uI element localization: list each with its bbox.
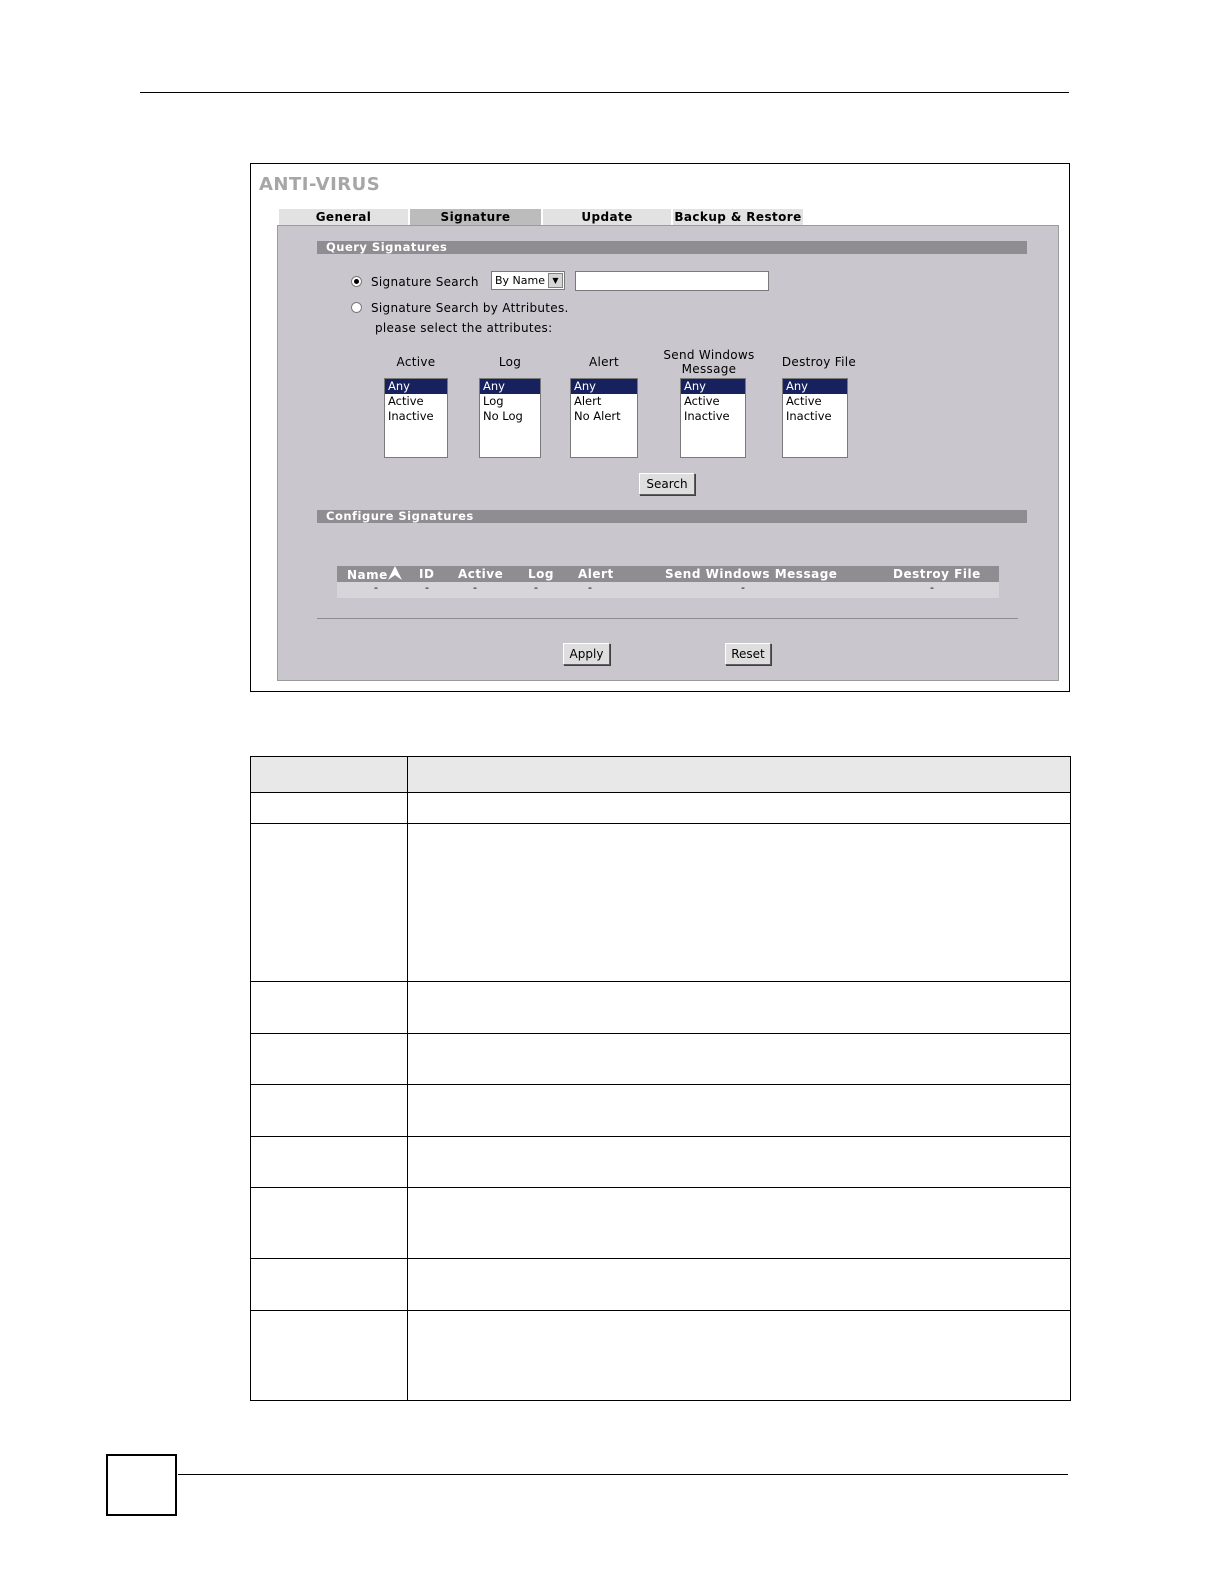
table-row bbox=[250, 981, 1071, 1034]
log-listbox[interactable]: Any Log No Log bbox=[479, 378, 541, 458]
alert-listbox[interactable]: Any Alert No Alert bbox=[570, 378, 638, 458]
log-list-header: Log bbox=[498, 355, 522, 369]
list-item[interactable]: Inactive bbox=[385, 409, 447, 424]
column-active[interactable]: Active bbox=[458, 566, 503, 582]
search-type-value: By Name bbox=[495, 274, 546, 287]
table-row bbox=[250, 1187, 1071, 1259]
search-button[interactable]: Search bbox=[639, 473, 695, 495]
attributes-hint: please select the attributes: bbox=[375, 321, 553, 335]
table-row: - - - - - - - bbox=[337, 582, 999, 598]
column-log[interactable]: Log bbox=[528, 566, 554, 582]
list-item[interactable]: Alert bbox=[571, 394, 637, 409]
column-alert[interactable]: Alert bbox=[578, 566, 614, 582]
column-name[interactable]: Name bbox=[347, 566, 402, 582]
column-destroy-file[interactable]: Destroy File bbox=[893, 566, 981, 582]
list-item[interactable]: No Alert bbox=[571, 409, 637, 424]
list-item[interactable]: Active bbox=[385, 394, 447, 409]
table-cell: - bbox=[473, 581, 477, 594]
signature-attr-search-label: Signature Search by Attributes. bbox=[371, 301, 569, 315]
table-row bbox=[250, 792, 1071, 824]
list-item[interactable]: No Log bbox=[480, 409, 540, 424]
query-signatures-header: Query Signatures bbox=[317, 241, 1027, 254]
tab-general[interactable]: General bbox=[279, 209, 408, 225]
send-windows-message-listbox[interactable]: Any Active Inactive bbox=[680, 378, 746, 458]
destroy-file-list-header: Destroy File bbox=[781, 355, 857, 369]
table-cell: - bbox=[930, 581, 934, 594]
list-item[interactable]: Log bbox=[480, 394, 540, 409]
table-cell: - bbox=[425, 581, 429, 594]
table-cell: - bbox=[374, 581, 378, 594]
signature-panel: Query Signatures Signature Search By Nam… bbox=[277, 225, 1059, 681]
apply-button[interactable]: Apply bbox=[563, 643, 610, 665]
configure-signatures-header: Configure Signatures bbox=[317, 510, 1027, 523]
page-header-rule bbox=[140, 92, 1069, 93]
tab-update[interactable]: Update bbox=[543, 209, 671, 225]
list-item[interactable]: Active bbox=[681, 394, 745, 409]
send-windows-message-list-header: Send Windows Message bbox=[663, 348, 755, 376]
destroy-file-listbox[interactable]: Any Active Inactive bbox=[782, 378, 848, 458]
table-cell: - bbox=[588, 581, 592, 594]
list-item[interactable]: Any bbox=[783, 379, 847, 394]
table-row bbox=[250, 756, 1071, 793]
signature-attr-search-radio[interactable] bbox=[351, 302, 362, 313]
sort-ascending-icon[interactable] bbox=[387, 566, 402, 580]
page-title: ANTI-VIRUS bbox=[259, 174, 381, 195]
table-row bbox=[250, 1258, 1071, 1311]
table-row bbox=[250, 1310, 1071, 1401]
list-item[interactable]: Any bbox=[681, 379, 745, 394]
signatures-table-header: Name ID Active Log Alert Send Windows Me… bbox=[337, 566, 999, 582]
signature-search-input[interactable] bbox=[575, 271, 769, 291]
page-footer-rule bbox=[178, 1474, 1068, 1475]
tab-backup-restore[interactable]: Backup & Restore bbox=[673, 209, 803, 225]
table-row bbox=[250, 1033, 1071, 1085]
search-type-select[interactable]: By Name ▼ bbox=[491, 271, 565, 290]
table-row bbox=[250, 1136, 1071, 1188]
description-table bbox=[250, 756, 1071, 1401]
table-cell: - bbox=[534, 581, 538, 594]
anti-virus-screenshot: ANTI-VIRUS General Signature Update Back… bbox=[250, 163, 1070, 692]
signature-search-radio[interactable] bbox=[351, 276, 362, 287]
list-item[interactable]: Any bbox=[480, 379, 540, 394]
table-cell: - bbox=[741, 581, 745, 594]
table-row bbox=[250, 1084, 1071, 1137]
column-send-windows-message[interactable]: Send Windows Message bbox=[665, 566, 837, 582]
signature-search-label: Signature Search bbox=[371, 275, 479, 289]
table-row bbox=[250, 823, 1071, 982]
column-id[interactable]: ID bbox=[419, 566, 434, 582]
page-number-box bbox=[106, 1454, 177, 1516]
chevron-down-icon[interactable]: ▼ bbox=[548, 273, 563, 288]
alert-list-header: Alert bbox=[588, 355, 620, 369]
list-item[interactable]: Any bbox=[385, 379, 447, 394]
tab-signature[interactable]: Signature bbox=[410, 209, 541, 225]
list-item[interactable]: Inactive bbox=[783, 409, 847, 424]
active-listbox[interactable]: Any Active Inactive bbox=[384, 378, 448, 458]
list-item[interactable]: Inactive bbox=[681, 409, 745, 424]
reset-button[interactable]: Reset bbox=[725, 643, 771, 665]
list-item[interactable]: Active bbox=[783, 394, 847, 409]
divider bbox=[317, 618, 1018, 619]
active-list-header: Active bbox=[396, 355, 436, 369]
list-item[interactable]: Any bbox=[571, 379, 637, 394]
